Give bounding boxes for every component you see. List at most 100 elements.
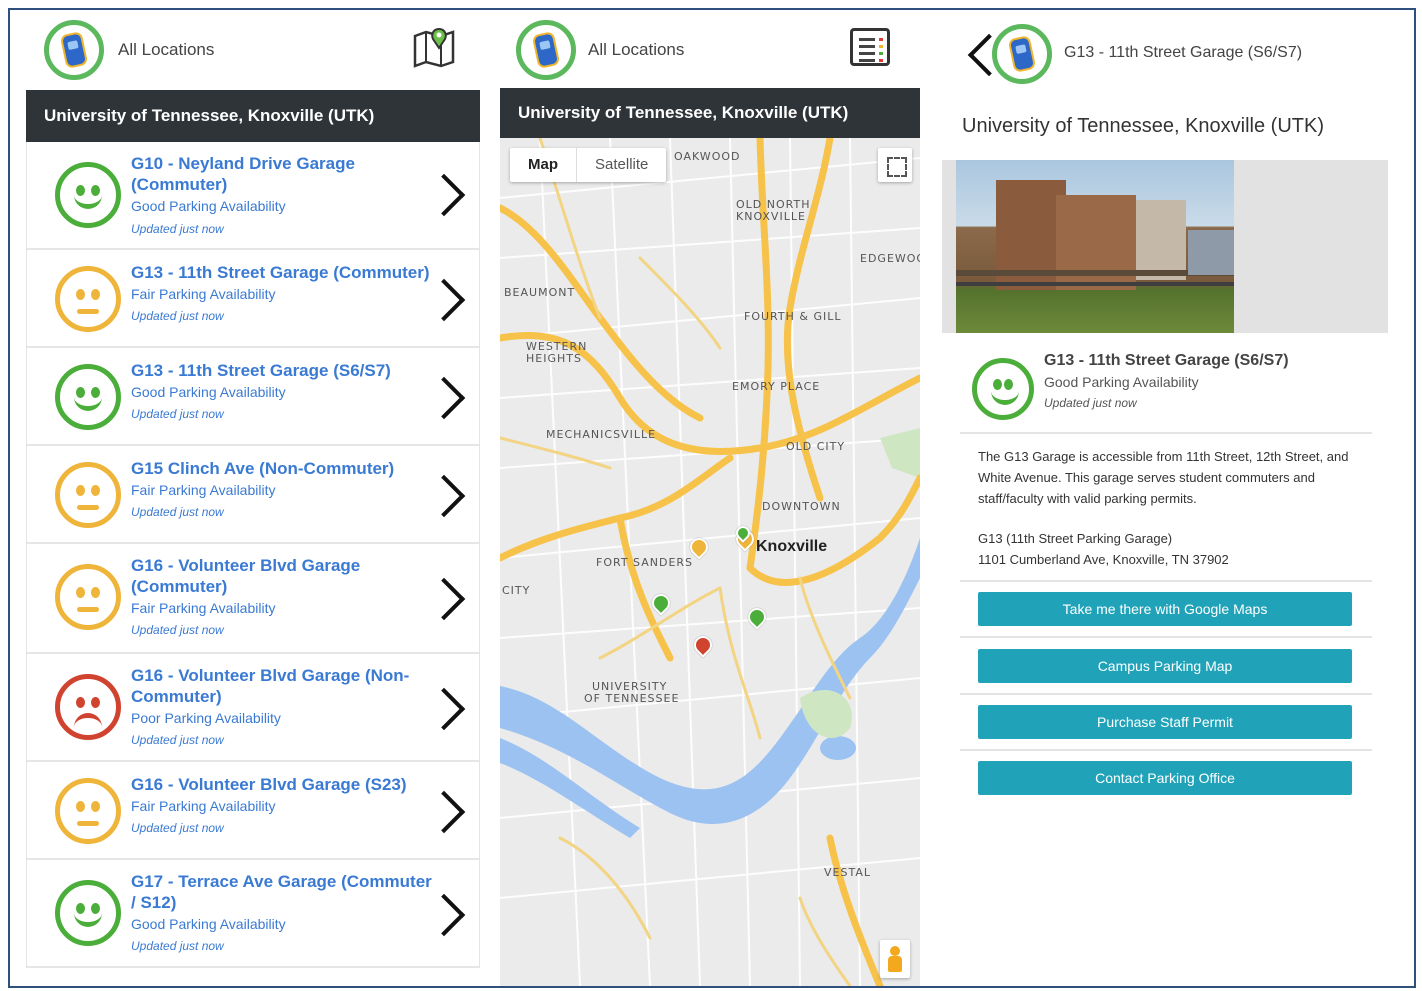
- map-type-satellite-button[interactable]: Satellite: [577, 148, 666, 182]
- availability-status: Fair Parking Availability: [131, 482, 276, 498]
- city-label: Knoxville: [756, 538, 828, 555]
- availability-status: Fair Parking Availability: [131, 798, 276, 814]
- map-label: BEAUMONT: [504, 286, 576, 299]
- updated-time: Updated just now: [131, 821, 224, 835]
- map-label: FORT SANDERS: [596, 556, 694, 569]
- purchase-staff-permit-button[interactable]: Purchase Staff Permit: [978, 705, 1352, 739]
- updated-time: Updated just now: [131, 407, 224, 421]
- address-line-1: G13 (11th Street Parking Garage): [978, 531, 1173, 546]
- map-label: OF TENNESSEE: [584, 692, 680, 705]
- map-label: OLD CITY: [786, 440, 846, 453]
- divider: [960, 432, 1372, 434]
- garage-address: G13 (11th Street Parking Garage) 1101 Cu…: [978, 528, 1229, 570]
- location-list: G10 - Neyland Drive Garage (Commuter) Go…: [26, 142, 480, 968]
- divider: [960, 749, 1372, 751]
- divider: [960, 580, 1372, 582]
- map-label: CITY: [502, 584, 531, 597]
- list-item[interactable]: G15 Clinch Ave (Non-Commuter) Fair Parki…: [27, 446, 479, 544]
- availability-status: Fair Parking Availability: [131, 286, 276, 302]
- page-title: All Locations: [588, 40, 685, 59]
- location-name: G17 - Terrace Ave Garage (Commuter / S12…: [131, 872, 432, 912]
- updated-time: Updated just now: [131, 222, 224, 236]
- availability-status: Fair Parking Availability: [131, 600, 276, 616]
- list-item[interactable]: G16 - Volunteer Blvd Garage (Non-Commute…: [27, 654, 479, 762]
- page-title: All Locations: [118, 40, 215, 59]
- location-name: G13 - 11th Street Garage (Commuter): [131, 263, 430, 282]
- location-name: G10 - Neyland Drive Garage (Commuter): [131, 154, 355, 194]
- availability-status: Good Parking Availability: [131, 916, 286, 932]
- map-view-icon[interactable]: [412, 26, 456, 70]
- list-item[interactable]: G10 - Neyland Drive Garage (Commuter) Go…: [27, 142, 479, 250]
- map-roads: [500, 138, 920, 986]
- map-label: EMORY PLACE: [732, 380, 821, 393]
- location-name: G16 - Volunteer Blvd Garage (Commuter): [131, 556, 361, 596]
- detail-panel: G13 - 11th Street Garage (S6/S7) Univers…: [942, 10, 1402, 986]
- updated-time: Updated just now: [131, 309, 224, 323]
- updated-time: Updated just now: [131, 733, 224, 747]
- updated-time: Updated just now: [131, 623, 224, 637]
- updated-time: Updated just now: [1044, 396, 1137, 410]
- chevron-right-icon[interactable]: [435, 576, 459, 620]
- location-name: G16 - Volunteer Blvd Garage (Non-Commute…: [131, 666, 410, 706]
- map-type-toggle[interactable]: Map Satellite: [510, 148, 667, 182]
- university-header: University of Tennessee, Knoxville (UTK): [500, 88, 920, 138]
- location-name: G16 - Volunteer Blvd Garage (S23): [131, 775, 407, 794]
- garage-name: G13 - 11th Street Garage (S6/S7): [1044, 352, 1289, 369]
- list-item[interactable]: G16 - Volunteer Blvd Garage (S23) Fair P…: [27, 762, 479, 860]
- map-label: OAKWOOD: [674, 150, 741, 163]
- top-bar: All Locations: [26, 10, 480, 90]
- screenshot-frame: All Locations University of Tennessee, K…: [8, 8, 1416, 988]
- map-label: EDGEWOOD: [860, 252, 920, 265]
- fair-face-icon: [55, 266, 121, 332]
- chevron-right-icon[interactable]: [435, 686, 459, 730]
- map-label: KNOXVILLE: [736, 210, 806, 223]
- map-type-map-button[interactable]: Map: [510, 148, 577, 182]
- map-view[interactable]: Map Satellite OAKWOOD OLD NORTH KNOXVILL…: [500, 138, 920, 986]
- list-panel: All Locations University of Tennessee, K…: [26, 10, 480, 986]
- campus-parking-map-button[interactable]: Campus Parking Map: [978, 649, 1352, 683]
- fair-face-icon: [55, 778, 121, 844]
- address-line-2: 1101 Cumberland Ave, Knoxville, TN 37902: [978, 552, 1229, 567]
- app-logo-icon: [44, 20, 104, 80]
- divider: [960, 693, 1372, 695]
- good-smiley-icon: [55, 162, 121, 228]
- app-logo-icon: [516, 20, 576, 80]
- good-smiley-icon: [55, 364, 121, 430]
- contact-parking-office-button[interactable]: Contact Parking Office: [978, 761, 1352, 795]
- chevron-right-icon[interactable]: [435, 892, 459, 936]
- back-chevron-icon[interactable]: [964, 32, 994, 76]
- map-label: FOURTH & GILL: [744, 310, 842, 323]
- map-panel: All Locations University of Tennessee, K…: [500, 10, 920, 986]
- chevron-right-icon[interactable]: [435, 375, 459, 419]
- list-item[interactable]: G17 - Terrace Ave Garage (Commuter / S12…: [27, 860, 479, 968]
- chevron-right-icon[interactable]: [435, 277, 459, 321]
- availability-status: Poor Parking Availability: [131, 710, 281, 726]
- divider: [960, 636, 1372, 638]
- street-view-pegman-icon[interactable]: [880, 940, 910, 978]
- map-label: MECHANICSVILLE: [546, 428, 657, 441]
- availability-status: Good Parking Availability: [1044, 374, 1199, 390]
- university-header: University of Tennessee, Knoxville (UTK): [26, 90, 480, 142]
- availability-status: Good Parking Availability: [131, 198, 286, 214]
- updated-time: Updated just now: [131, 939, 224, 953]
- good-smiley-icon: [972, 358, 1034, 420]
- university-heading: University of Tennessee, Knoxville (UTK): [962, 115, 1324, 137]
- chevron-right-icon[interactable]: [435, 172, 459, 216]
- chevron-right-icon[interactable]: [435, 473, 459, 517]
- list-item[interactable]: G13 - 11th Street Garage (S6/S7) Good Pa…: [27, 348, 479, 446]
- chevron-right-icon[interactable]: [435, 789, 459, 833]
- map-label: HEIGHTS: [526, 352, 582, 365]
- location-name: G15 Clinch Ave (Non-Commuter): [131, 459, 395, 478]
- google-maps-button[interactable]: Take me there with Google Maps: [978, 592, 1352, 626]
- page-title: G13 - 11th Street Garage (S6/S7): [1064, 44, 1303, 61]
- poor-frown-icon: [55, 674, 121, 740]
- fair-face-icon: [55, 564, 121, 630]
- availability-status: Good Parking Availability: [131, 384, 286, 400]
- app-logo-icon: [992, 24, 1052, 84]
- list-view-icon[interactable]: [850, 28, 890, 66]
- fullscreen-icon[interactable]: [878, 148, 912, 182]
- list-item[interactable]: G13 - 11th Street Garage (Commuter) Fair…: [27, 250, 479, 348]
- list-item[interactable]: G16 - Volunteer Blvd Garage (Commuter) F…: [27, 544, 479, 654]
- map-label: VESTAL: [824, 866, 871, 879]
- top-bar: All Locations: [500, 10, 920, 90]
